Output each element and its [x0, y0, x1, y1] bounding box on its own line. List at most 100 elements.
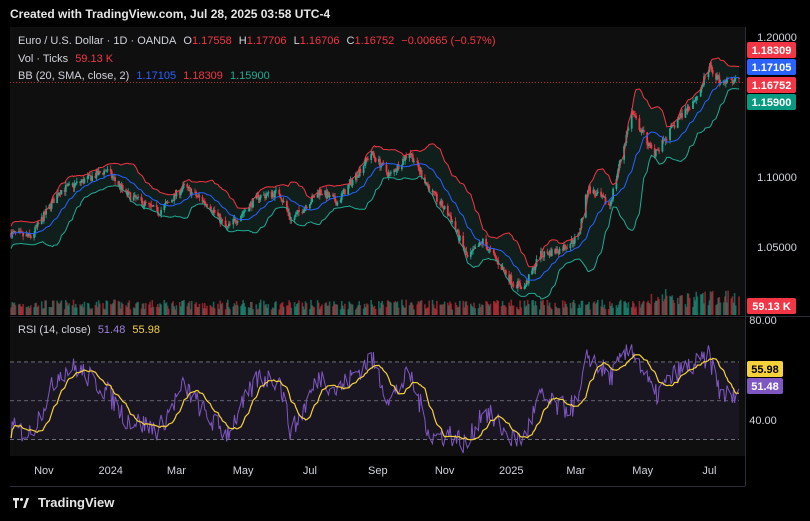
- candle-body: [259, 195, 262, 199]
- volume-bar: [336, 304, 339, 315]
- candle-body: [503, 270, 506, 271]
- rsi-legend[interactable]: RSI (14, close) 51.48 55.98: [18, 324, 164, 336]
- volume-bar: [183, 299, 185, 315]
- candle-body: [29, 235, 32, 238]
- candle-body: [633, 114, 635, 115]
- volume-bar: [351, 304, 354, 315]
- candle-body: [566, 247, 568, 249]
- volume-bar: [14, 304, 17, 315]
- candle-body: [150, 204, 153, 206]
- volume-bar: [459, 300, 461, 315]
- candle-body: [83, 179, 86, 184]
- volume-legend[interactable]: Vol · Ticks 59.13 K: [18, 53, 117, 65]
- candle-body: [519, 283, 521, 287]
- candle-body: [293, 217, 296, 220]
- candle-body: [385, 164, 388, 173]
- candle-body: [298, 210, 300, 213]
- time-tick-label: Sep: [368, 465, 388, 477]
- time-tick-label: Mar: [566, 465, 585, 477]
- candle-body: [462, 235, 465, 247]
- candle-body: [278, 189, 281, 195]
- candle-body: [693, 101, 695, 103]
- candle-body: [518, 281, 520, 283]
- volume-bar: [152, 306, 155, 315]
- candle-body: [242, 212, 244, 214]
- candle-body: [395, 170, 398, 172]
- candle-body: [258, 198, 261, 200]
- candle-body: [344, 189, 346, 195]
- volume-bar: [451, 309, 453, 315]
- open-value: 1.17558: [191, 35, 232, 47]
- candle-body: [512, 284, 515, 286]
- footer-brand[interactable]: TradingView: [10, 495, 114, 510]
- volume-bar: [390, 302, 392, 315]
- volume-bar: [474, 308, 476, 315]
- volume-bar: [734, 305, 737, 315]
- candle-body: [244, 210, 247, 212]
- candle-body: [132, 196, 135, 201]
- candle-body: [593, 189, 596, 194]
- volume-bar: [267, 304, 270, 315]
- candle-body: [136, 197, 138, 199]
- volume-bar: [696, 296, 699, 315]
- candle-body: [148, 203, 150, 204]
- candle-body: [105, 170, 108, 172]
- candle-body: [495, 256, 497, 260]
- volume-bar: [382, 304, 385, 315]
- candle-body: [716, 76, 718, 80]
- candle-body: [142, 205, 145, 207]
- candle-body: [68, 183, 70, 185]
- candle-body: [34, 226, 37, 234]
- candle-body: [60, 190, 63, 195]
- candle-body: [496, 259, 498, 261]
- rsi-badge: 51.48: [747, 378, 783, 394]
- candle-body: [569, 243, 572, 249]
- candle-body: [137, 196, 139, 198]
- volume-bar: [374, 309, 377, 315]
- volume-bar: [367, 304, 369, 315]
- time-tick-label: 2025: [499, 465, 523, 477]
- candle-body: [236, 221, 239, 223]
- volume-bar: [37, 305, 40, 315]
- candle-body: [602, 195, 605, 198]
- volume-bar: [627, 302, 630, 315]
- volume-bar: [436, 300, 438, 315]
- candle-body: [405, 155, 408, 158]
- rsi-badge-label: 51.48: [751, 381, 779, 393]
- volume-bar: [167, 308, 170, 315]
- rsi-pane[interactable]: [10, 318, 745, 456]
- price-badge: 1.15900: [747, 94, 796, 110]
- volume-bar: [60, 300, 63, 315]
- bb-legend[interactable]: BB (20, SMA, close, 2) 1.17105 1.18309 1…: [18, 70, 274, 82]
- candle-body: [441, 201, 444, 208]
- candle-body: [234, 219, 237, 223]
- candle-body: [128, 191, 131, 193]
- candle-body: [474, 246, 477, 249]
- volume-bar: [497, 300, 499, 315]
- candle-body: [86, 176, 89, 179]
- time-tick-label: Nov: [34, 465, 54, 477]
- volume-bar: [505, 307, 507, 315]
- volume-bar: [106, 301, 109, 315]
- volume-bar: [328, 301, 331, 315]
- volume-bar: [76, 307, 78, 315]
- symbol-legend[interactable]: Euro / U.S. Dollar · 1D · OANDA O1.17558…: [18, 35, 499, 47]
- price-badge: 1.17105: [747, 59, 796, 75]
- volume-bar: [175, 305, 178, 315]
- candle-body: [451, 221, 454, 222]
- price-tick-label: 1.05000: [757, 242, 797, 254]
- candle-body: [416, 161, 419, 163]
- candle-body: [367, 158, 369, 160]
- candle-body: [730, 78, 733, 80]
- volume-bar: [704, 291, 706, 315]
- candle-body: [125, 189, 127, 191]
- volume-bar: [397, 307, 400, 315]
- candle-body: [558, 248, 561, 254]
- volume-bar: [551, 309, 553, 315]
- candle-body: [572, 243, 575, 244]
- candle-body: [351, 180, 354, 186]
- candle-body: [363, 164, 366, 166]
- volume-bar: [129, 309, 132, 315]
- volume-bar: [121, 303, 124, 315]
- candle-body: [733, 78, 736, 82]
